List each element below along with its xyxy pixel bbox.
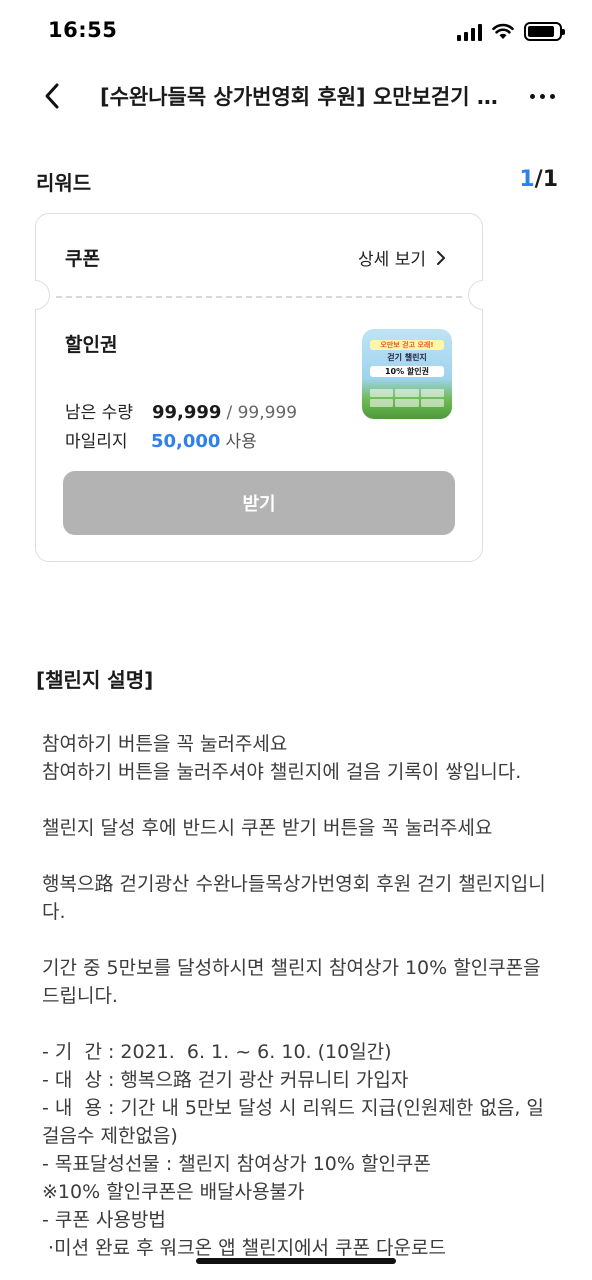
pager-current: 1: [519, 167, 535, 192]
coupon-title: 할인권: [65, 334, 118, 356]
more-options-button[interactable]: [524, 78, 560, 114]
thumb-shop-list: [370, 389, 444, 407]
status-time: 16:55: [48, 18, 118, 42]
status-icons: [457, 22, 565, 41]
description-paragraph: 참여하기 버튼을 꼭 눌러주세요 참여하기 버튼을 눌러주셔야 챌린지에 걸음 …: [42, 733, 522, 783]
page-title: [수완나들목 상가번영회 후원] 오만보걷기 챌린지: [100, 85, 500, 109]
coupon-thumbnail: 오만보 걷고 오래! 걷기 챌린지 10% 할인권: [362, 329, 452, 419]
chevron-right-icon: [437, 250, 445, 265]
thumb-line3: 10% 할인권: [370, 366, 444, 377]
description-paragraph: 행복으路 걷기광산 수완나들목상가번영회 후원 걷기 챌린지입니다.: [42, 873, 546, 923]
reward-pager: 1/1: [519, 167, 558, 192]
card-divider: [56, 296, 462, 298]
thumb-line2: 걷기 챌린지: [387, 353, 427, 362]
description-body: 참여하기 버튼을 꼭 눌러주세요 참여하기 버튼을 눌러주셔야 챌린지에 걸음 …: [42, 730, 558, 1262]
detail-view-link[interactable]: 상세 보기: [358, 245, 446, 270]
battery-fill: [528, 26, 554, 37]
more-horizontal-icon: [529, 93, 535, 99]
remaining-row: 남은 수량 99,999 / 99,999: [65, 398, 297, 423]
pager-separator: /: [534, 167, 543, 192]
pager-total: 1: [542, 167, 558, 192]
description-paragraph: - 기 간 : 2021. 6. 1. ~ 6. 10. (10일간) - 대 …: [42, 1041, 544, 1259]
cellular-signal-icon: [457, 23, 482, 41]
mileage-unit: 사용: [225, 432, 257, 452]
card-header: 쿠폰 상세 보기: [36, 214, 482, 296]
reward-section-title: 리워드: [36, 171, 92, 195]
description-title: [챌린지 설명]: [36, 668, 154, 692]
battery-icon: [524, 22, 565, 41]
detail-view-label: 상세 보기: [358, 250, 426, 270]
nav-bar: [수완나들목 상가번영회 후원] 오만보걷기 챌린지: [0, 64, 592, 126]
reward-coupon-card: 쿠폰 상세 보기 할인권 오만보 걷고 오래! 걷기 챌린지 10% 할인권 남…: [35, 213, 483, 562]
reward-header: 리워드 1/1: [36, 167, 558, 197]
wifi-icon: [492, 23, 514, 39]
remaining-total: / 99,999: [226, 403, 298, 423]
thumb-line1: 오만보 걷고 오래!: [370, 340, 444, 350]
back-button[interactable]: [32, 78, 72, 114]
description-paragraph: 기간 중 5만보를 달성하시면 챌린지 참여상가 10% 할인쿠폰을 드립니다.: [42, 957, 547, 1007]
mileage-value: 50,000: [151, 431, 221, 452]
mileage-row: 마일리지 50,000 사용: [65, 427, 257, 452]
description-paragraph: 챌린지 달성 후에 반드시 쿠폰 받기 버튼을 꼭 눌러주세요: [42, 817, 493, 839]
remaining-value: 99,999: [152, 402, 222, 423]
remaining-label: 남은 수량: [65, 403, 133, 423]
status-bar: 16:55: [0, 0, 592, 64]
receive-button[interactable]: 받기: [63, 471, 455, 535]
home-indicator[interactable]: [196, 1258, 396, 1264]
chevron-left-icon: [45, 83, 59, 109]
mileage-label: 마일리지: [65, 432, 128, 452]
coupon-type-label: 쿠폰: [65, 248, 100, 270]
